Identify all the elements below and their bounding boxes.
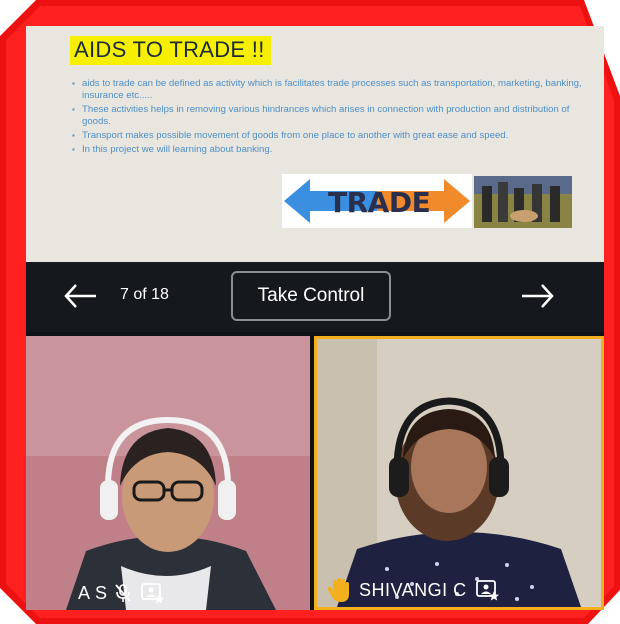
participant-video [317, 339, 601, 607]
slide-bullet: These activities helps in removing vario… [72, 104, 582, 128]
participant-name-bar: A S [78, 580, 164, 606]
slide-page-counter: 7 of 18 [120, 286, 169, 303]
take-control-button[interactable]: Take Control [231, 271, 391, 321]
participant-name: SHIVANGI C [359, 579, 467, 600]
mic-off-icon [114, 583, 132, 603]
presenter-icon [140, 582, 164, 604]
participant-name-bar: SHIVANGI C [327, 577, 499, 603]
arrow-left-icon[interactable] [60, 276, 100, 316]
participant-video-tile-active[interactable]: SHIVANGI C [314, 336, 604, 610]
participant-name: A S [78, 582, 108, 603]
slide-bullet: In this project we will learning about b… [72, 144, 582, 156]
meeting-window: AIDS TO TRADE !! aids to trade can be de… [26, 26, 604, 610]
presenter-icon [475, 579, 499, 601]
participant-video-tile[interactable]: A S [26, 336, 310, 610]
shared-slide: AIDS TO TRADE !! aids to trade can be de… [26, 26, 604, 262]
trade-banner-image: TRADE [282, 174, 472, 228]
arrow-right-icon[interactable] [518, 276, 558, 316]
slide-bullet: Transport makes possible movement of goo… [72, 130, 582, 142]
trade-banner-text: TRADE [328, 186, 431, 219]
slide-bullet-list: aids to trade can be defined as activity… [72, 78, 582, 158]
handshake-image [474, 176, 572, 228]
presentation-control-bar: 7 of 18 Take Control [26, 262, 604, 332]
slide-title: AIDS TO TRADE !! [70, 36, 271, 65]
slide-bullet: aids to trade can be defined as activity… [72, 78, 582, 102]
participant-video [26, 336, 310, 610]
raised-hand-icon [327, 577, 351, 603]
